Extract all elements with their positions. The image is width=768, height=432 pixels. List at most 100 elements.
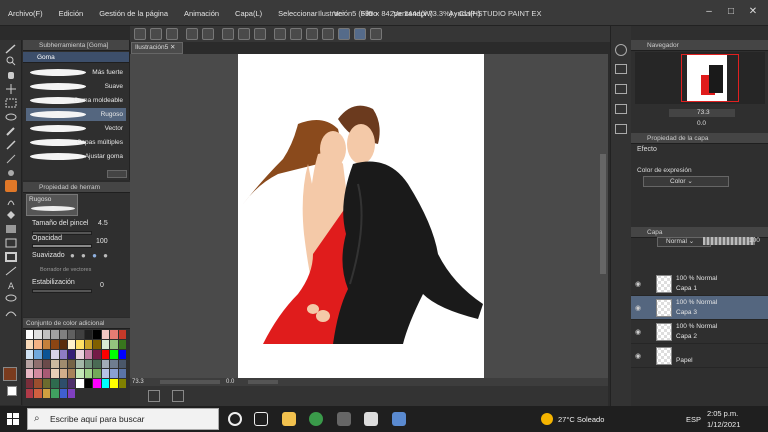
color-swatch[interactable] — [68, 349, 76, 359]
hand-icon[interactable] — [5, 70, 17, 80]
color-swatch[interactable] — [84, 359, 93, 369]
sub-view-icon[interactable] — [615, 124, 627, 134]
fill-icon[interactable] — [5, 210, 17, 220]
color-swatch[interactable] — [26, 349, 34, 359]
subtool-group-tab[interactable]: Goma — [23, 52, 129, 63]
color-swatch[interactable] — [76, 349, 84, 359]
subtool-item[interactable]: Suave — [26, 80, 126, 93]
layer-row[interactable]: ◉ 100 % Normal Capa 3 — [631, 296, 768, 320]
color-swatch[interactable] — [110, 359, 118, 369]
color-swatch[interactable] — [26, 369, 34, 379]
color-swatch[interactable] — [34, 389, 42, 398]
color-swatch[interactable] — [118, 339, 126, 349]
subtool-item[interactable]: Goma moldeable — [26, 94, 126, 107]
lasso-icon[interactable] — [5, 112, 17, 122]
color-swatch[interactable] — [26, 359, 34, 369]
opacity-slider[interactable] — [32, 244, 92, 248]
new-icon[interactable] — [134, 28, 146, 40]
angle-readout[interactable]: 0.0 — [226, 378, 234, 386]
redo-icon[interactable] — [202, 28, 214, 40]
color-swatch[interactable] — [59, 339, 68, 349]
color-swatch[interactable] — [42, 389, 51, 398]
text-icon[interactable]: A — [5, 280, 17, 290]
vector-eraser-label[interactable]: Borrador de vectores — [40, 267, 91, 273]
color-swatch[interactable] — [118, 359, 126, 369]
gradient-icon[interactable] — [5, 224, 17, 234]
ruler-icon[interactable] — [5, 266, 17, 276]
brush-size-value[interactable]: 4.5 — [98, 220, 108, 227]
menu-animation[interactable]: Animación — [176, 9, 227, 18]
color-swatch[interactable] — [68, 369, 76, 379]
color-swatch[interactable] — [51, 389, 59, 398]
color-swatch[interactable] — [84, 339, 93, 349]
color-swatch[interactable] — [34, 349, 42, 359]
color-swatch[interactable] — [34, 359, 42, 369]
color-swatch[interactable] — [101, 369, 110, 379]
frame-icon[interactable] — [5, 252, 17, 262]
balloon-icon[interactable] — [5, 294, 17, 304]
eye-icon[interactable]: ◉ — [635, 280, 641, 288]
paint-icon[interactable] — [392, 412, 406, 426]
color-swatch[interactable] — [68, 339, 76, 349]
color-swatch[interactable] — [51, 359, 59, 369]
color-swatch[interactable] — [42, 359, 51, 369]
fill-icon[interactable] — [254, 28, 266, 40]
snap-ruler-icon[interactable] — [338, 28, 350, 40]
color-swatch[interactable] — [93, 369, 101, 379]
color-swatch[interactable] — [101, 359, 110, 369]
color-swatch[interactable] — [26, 379, 34, 389]
eye-icon[interactable]: ◉ — [635, 304, 641, 312]
navigator-preview[interactable] — [635, 52, 765, 104]
subtool-item[interactable]: Capas múltiples — [26, 136, 126, 149]
file-explorer-icon[interactable] — [282, 412, 296, 426]
close-button[interactable]: ✕ — [744, 5, 762, 19]
pen-icon[interactable] — [5, 140, 17, 150]
subtool-item[interactable]: Ajustar goma — [26, 150, 126, 163]
color-swatch[interactable] — [26, 339, 34, 349]
color-swatch[interactable] — [101, 339, 110, 349]
sub-color-swatch[interactable] — [7, 386, 17, 396]
color-swatch[interactable] — [59, 349, 68, 359]
move-icon[interactable] — [5, 84, 17, 94]
color-swatch[interactable] — [42, 369, 51, 379]
color-swatch[interactable] — [84, 330, 93, 339]
canvas-paper[interactable] — [238, 54, 484, 378]
color-swatch[interactable] — [34, 339, 42, 349]
selection-icon[interactable] — [238, 28, 250, 40]
minimize-button[interactable]: – — [700, 5, 718, 19]
color-swatch[interactable] — [84, 369, 93, 379]
weather-text[interactable]: 27°C Soleado — [558, 415, 604, 424]
color-swatch[interactable] — [34, 369, 42, 379]
color-swatch[interactable] — [34, 379, 42, 389]
clock-time[interactable]: 2:05 p.m. — [707, 409, 738, 418]
color-swatch[interactable] — [51, 379, 59, 389]
app-icon[interactable] — [337, 412, 351, 426]
clock-date[interactable]: 1/12/2021 — [707, 420, 740, 429]
select-icon[interactable] — [5, 98, 17, 108]
color-swatch[interactable] — [68, 379, 76, 389]
stabilization-value[interactable]: 0 — [100, 282, 104, 289]
color-swatch[interactable] — [93, 359, 101, 369]
brush-size-icon[interactable] — [5, 44, 17, 54]
eye-icon[interactable]: ◉ — [635, 328, 641, 336]
color-swatch[interactable] — [68, 359, 76, 369]
save-icon[interactable] — [166, 28, 178, 40]
task-view-icon[interactable] — [254, 412, 268, 426]
layer-row[interactable]: ◉ 100 % Normal Capa 2 — [631, 320, 768, 344]
color-swatch[interactable] — [93, 379, 101, 389]
subtool-item[interactable]: Rugoso — [26, 108, 126, 121]
item-bank-icon[interactable] — [615, 84, 627, 94]
taskbar-search-box[interactable]: ⌕ Escribe aquí para buscar — [27, 408, 219, 430]
fit-window-icon[interactable] — [172, 390, 184, 402]
color-swatch[interactable] — [110, 339, 118, 349]
color-swatch[interactable] — [118, 349, 126, 359]
color-swatch[interactable] — [59, 379, 68, 389]
blend-icon[interactable] — [5, 196, 17, 206]
crop-icon[interactable] — [306, 28, 318, 40]
history-icon[interactable] — [615, 104, 627, 114]
angle-slider[interactable] — [248, 380, 278, 384]
search-icon[interactable] — [615, 44, 627, 56]
canvas-area[interactable] — [130, 54, 608, 378]
color-swatch[interactable] — [42, 349, 51, 359]
color-swatch[interactable] — [93, 349, 101, 359]
